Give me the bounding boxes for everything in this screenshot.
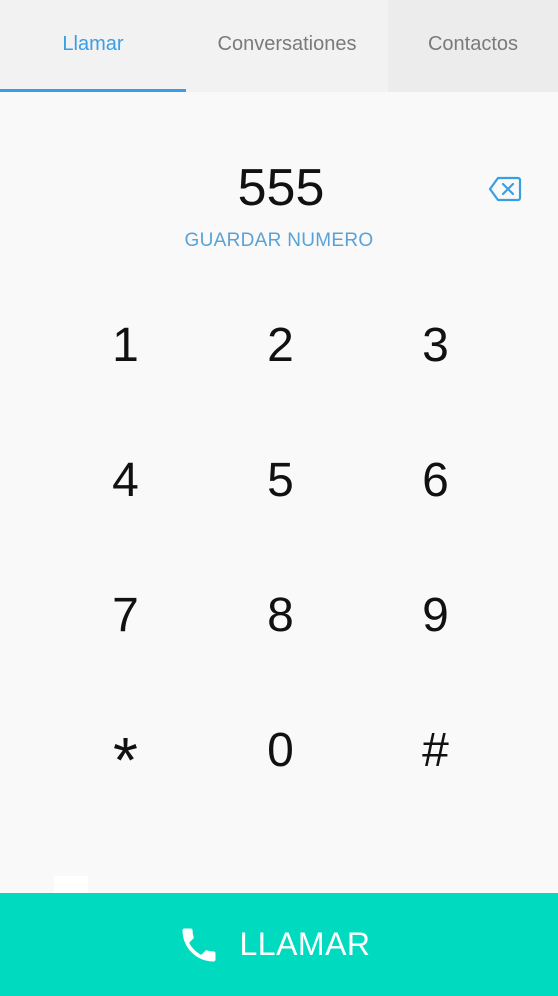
save-number-link[interactable]: GUARDAR NUMERO xyxy=(0,230,558,252)
key-2[interactable]: 2 xyxy=(203,278,358,413)
key-1[interactable]: 1 xyxy=(48,278,203,413)
tab-llamar[interactable]: Llamar xyxy=(0,0,186,92)
key-hash[interactable]: # xyxy=(358,683,513,818)
phone-icon xyxy=(182,928,216,961)
dialed-number-display: 555 xyxy=(0,155,558,221)
key-9[interactable]: 9 xyxy=(358,548,513,683)
tab-conversationes[interactable]: Conversationes xyxy=(186,0,388,92)
tab-contactos[interactable]: Contactos xyxy=(388,0,558,92)
key-4[interactable]: 4 xyxy=(48,413,203,548)
backspace-icon[interactable] xyxy=(488,175,522,203)
tab-bar: Llamar Conversationes Contactos xyxy=(0,0,558,92)
key-6[interactable]: 6 xyxy=(358,413,513,548)
dialed-number: 555 xyxy=(237,159,325,217)
call-button[interactable]: LLAMAR xyxy=(0,893,558,996)
call-button-label: LLAMAR xyxy=(239,926,371,962)
dialer-screen: Llamar Conversationes Contactos 555 GUAR… xyxy=(0,0,558,996)
key-8[interactable]: 8 xyxy=(203,548,358,683)
key-3[interactable]: 3 xyxy=(358,278,513,413)
blank-marker xyxy=(54,876,88,894)
key-0[interactable]: 0 xyxy=(203,683,358,818)
keypad: 1 2 3 4 5 6 7 8 9 * 0 # xyxy=(48,278,512,818)
key-7[interactable]: 7 xyxy=(48,548,203,683)
key-5[interactable]: 5 xyxy=(203,413,358,548)
key-star[interactable]: * xyxy=(48,683,203,818)
